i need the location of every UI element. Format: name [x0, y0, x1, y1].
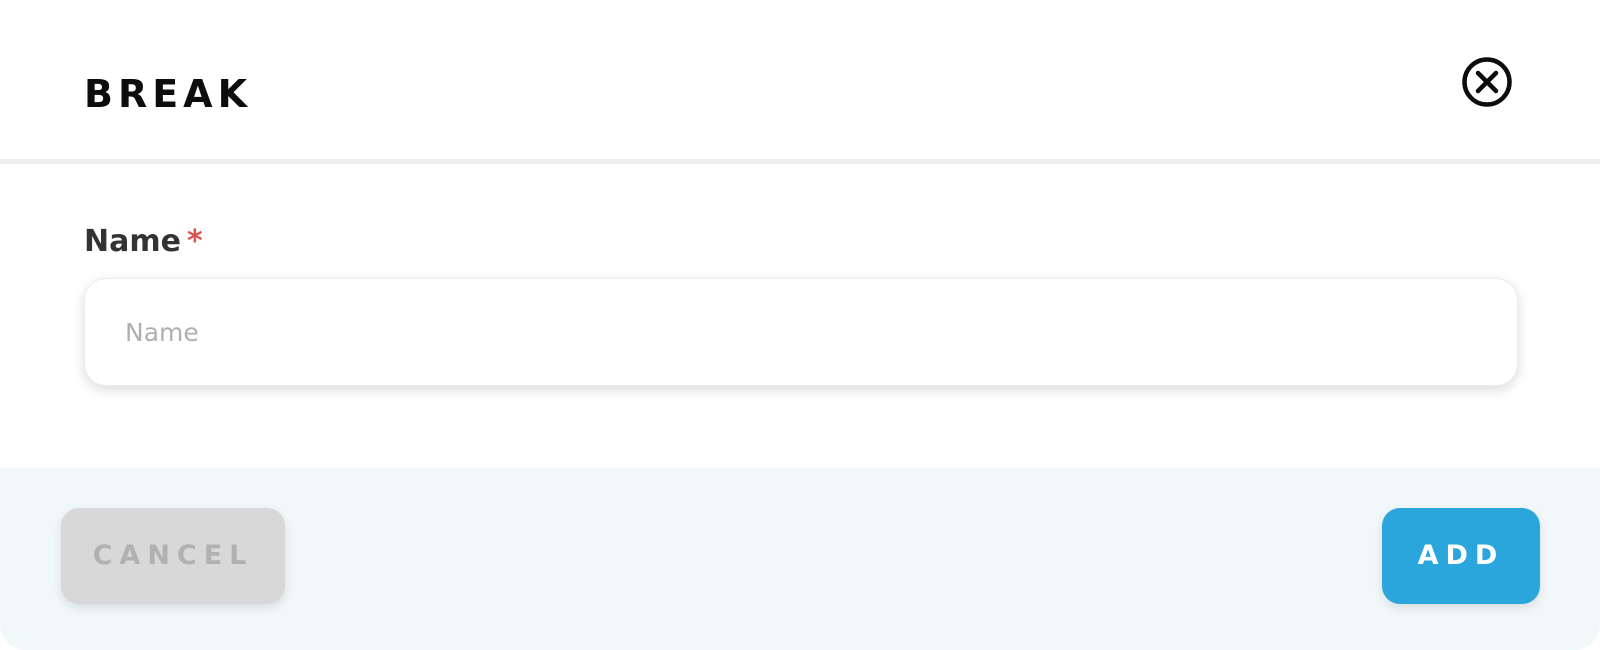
break-dialog: BREAK Name* CANCEL ADD	[0, 0, 1600, 650]
name-input[interactable]	[84, 278, 1518, 386]
close-circle-icon	[1462, 57, 1512, 107]
cancel-button[interactable]: CANCEL	[61, 508, 285, 604]
name-field-label: Name *	[84, 223, 203, 261]
required-marker: *	[186, 224, 203, 259]
name-label-text: Name	[84, 224, 181, 259]
dialog-body: Name *	[0, 169, 1600, 469]
dialog-title: BREAK	[84, 72, 253, 116]
dialog-footer: CANCEL ADD	[0, 468, 1600, 650]
dialog-header: BREAK	[0, 0, 1600, 164]
add-button[interactable]: ADD	[1382, 508, 1540, 604]
close-button[interactable]	[1461, 56, 1513, 108]
